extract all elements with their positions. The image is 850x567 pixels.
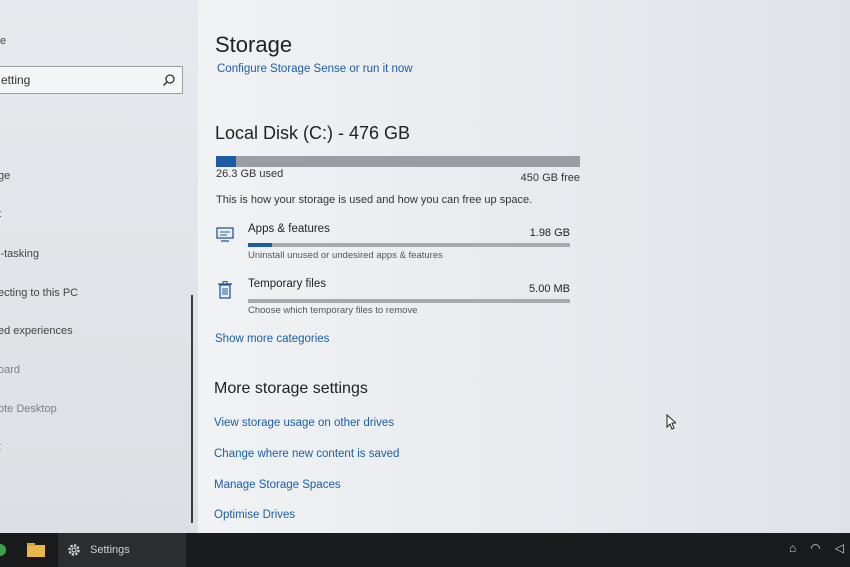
sidebar-item-remote-desktop[interactable]: ote Desktop	[0, 403, 57, 415]
sidebar-item-multitasking[interactable]: i-tasking	[0, 248, 39, 260]
category-usage-bar	[248, 243, 570, 247]
more-storage-heading: More storage settings	[214, 380, 368, 397]
category-usage-bar	[248, 299, 570, 303]
sidebar-scrollbar[interactable]	[191, 295, 193, 523]
sidebar-item-storage[interactable]: ge	[0, 170, 10, 182]
page-title: Storage	[215, 32, 293, 57]
file-explorer-icon[interactable]	[26, 542, 46, 558]
sidebar-item-clipboard[interactable]: oard	[0, 364, 20, 376]
manage-storage-spaces-link[interactable]: Manage Storage Spaces	[214, 479, 341, 491]
trash-icon	[218, 281, 232, 299]
gear-icon	[68, 544, 80, 556]
disk-usage-fill	[216, 156, 237, 167]
category-name: Apps & features	[248, 223, 330, 235]
category-description: Choose which temporary files to remove	[248, 305, 418, 316]
sidebar-item-projecting[interactable]: ecting to this PC	[0, 287, 78, 299]
search-input[interactable]: etting	[0, 66, 183, 94]
taskbar-settings-app[interactable]: Settings	[58, 533, 186, 567]
sidebar-header-fragment: e	[0, 35, 7, 47]
disk-usage-bar	[216, 156, 580, 167]
sidebar-item-about[interactable]: t	[0, 441, 1, 453]
category-description: Uninstall unused or undesired apps & fea…	[248, 250, 443, 261]
system-tray: ⌂ ◠ ◁	[789, 541, 844, 555]
disk-title: Local Disk (C:) - 476 GB	[215, 123, 411, 143]
configure-storage-sense-link[interactable]: Configure Storage Sense or run it now	[217, 63, 413, 75]
sidebar-item-focus-assist[interactable]: t	[0, 208, 1, 220]
volume-icon[interactable]: ◁	[835, 541, 844, 555]
disk-free-label: 450 GB free	[520, 172, 580, 184]
category-size: 1.98 GB	[529, 227, 570, 239]
change-save-location-link[interactable]: Change where new content is saved	[214, 448, 399, 460]
category-name: Temporary files	[248, 278, 326, 290]
storage-page: Storage Configure Storage Sense or run i…	[198, 0, 850, 533]
storage-intro-text: This is how your storage is used and how…	[216, 194, 533, 206]
sidebar-item-shared-experiences[interactable]: ed experiences	[0, 325, 73, 337]
taskbar: Settings ⌂ ◠ ◁	[0, 533, 850, 567]
mouse-cursor-icon	[666, 414, 676, 430]
view-other-drives-link[interactable]: View storage usage on other drives	[214, 417, 394, 429]
disk-used-label: 26.3 GB used	[216, 168, 284, 180]
search-icon[interactable]	[162, 73, 176, 87]
taskbar-app-label: Settings	[90, 544, 130, 556]
optimise-drives-link[interactable]: Optimise Drives	[214, 509, 295, 521]
search-input-value: etting	[1, 73, 31, 87]
category-size: 5.00 MB	[529, 283, 570, 295]
show-more-categories-link[interactable]: Show more categories	[215, 333, 329, 345]
settings-sidebar: e etting ge t i-tasking ecting to this P…	[0, 0, 199, 533]
wifi-icon[interactable]: ◠	[810, 541, 820, 555]
monitor-icon	[216, 227, 234, 242]
category-usage-fill	[248, 243, 273, 247]
network-icon[interactable]: ⌂	[789, 541, 796, 555]
start-orb-icon[interactable]	[0, 542, 8, 558]
